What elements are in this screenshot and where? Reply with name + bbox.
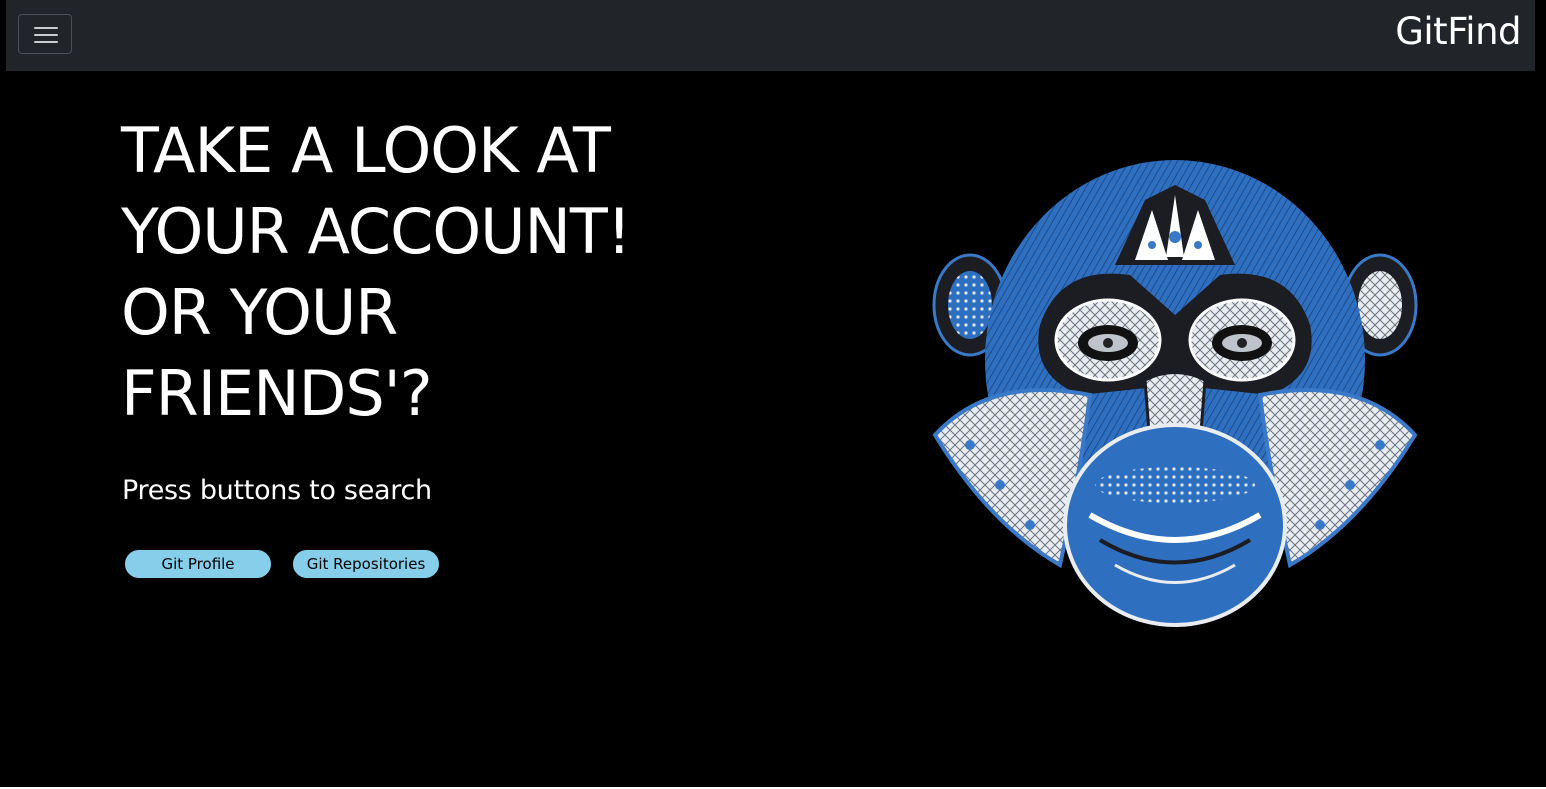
page: GitFind TAKE A LOOK AT YOUR ACCOUNT! OR … — [0, 0, 1546, 789]
hero-title-line: FRIENDS'? — [121, 357, 433, 430]
navbar-toggle-button[interactable] — [18, 14, 72, 54]
git-repositories-button[interactable]: Git Repositories — [292, 549, 440, 579]
muzzle — [1063, 423, 1287, 627]
monkey-head-illustration — [932, 160, 1418, 627]
hero-title: TAKE A LOOK AT YOUR ACCOUNT! OR YOUR FRI… — [121, 110, 741, 434]
left-eye — [1054, 298, 1162, 382]
hero-title-line: OR YOUR — [121, 276, 398, 349]
brand-logo[interactable]: GitFind — [1395, 8, 1521, 56]
hero-title-line: TAKE A LOOK AT — [121, 114, 611, 187]
git-profile-button[interactable]: Git Profile — [124, 549, 272, 579]
navbar: GitFind — [6, 0, 1535, 71]
hero-title-line: YOUR ACCOUNT! — [121, 195, 632, 268]
right-eye — [1188, 298, 1296, 382]
hero-subtitle: Press buttons to search — [122, 475, 432, 506]
